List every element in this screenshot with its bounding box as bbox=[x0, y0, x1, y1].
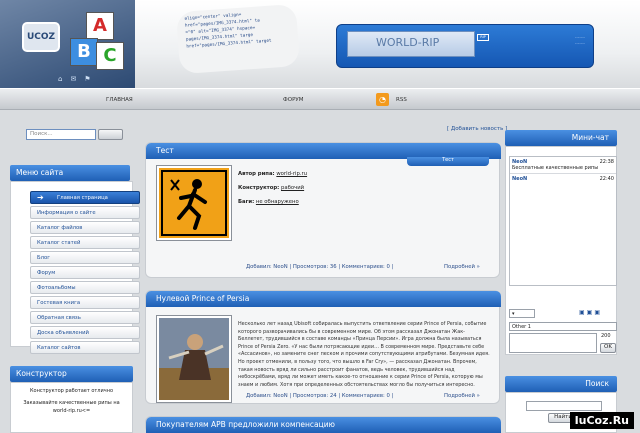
bugs-label: Баги: bbox=[238, 199, 255, 205]
menu-item-sites[interactable]: Каталог сайтов bbox=[30, 341, 140, 354]
author-row: Автор рипа: world-rip.ru bbox=[238, 171, 307, 177]
constructor-block: Конструктор Конструктор работает отлично… bbox=[10, 366, 133, 433]
bugs-value: не обнаружено bbox=[255, 199, 299, 205]
post-card: Покупателям APB предложили компенсацию bbox=[145, 416, 501, 433]
chat-tool-icons[interactable]: ▣▣▣ bbox=[579, 309, 602, 316]
nav-home[interactable]: ГЛАВНАЯ bbox=[106, 97, 133, 103]
rss-icon[interactable]: ◔ bbox=[376, 93, 389, 106]
brand-logo[interactable]: WORLD-RIP bbox=[347, 31, 475, 57]
nav-forum[interactable]: ФОРУМ bbox=[283, 97, 303, 103]
post-tab: Тест bbox=[407, 157, 489, 166]
brand-side-line: ------- bbox=[574, 41, 585, 46]
chat-messages: NeoN 22:38 Бесплатные качественные рипы … bbox=[509, 156, 617, 286]
code-sample: align="center" valign= href="pages/IMG_3… bbox=[175, 3, 301, 75]
chat-ok-button[interactable]: OK bbox=[600, 343, 616, 353]
chat-time: 22:38 bbox=[599, 159, 614, 165]
brand-small-label: RIP bbox=[477, 34, 489, 41]
menu-title: Меню сайта bbox=[10, 165, 130, 181]
menu-list: Главная страница Информация о сайте Ката… bbox=[30, 191, 140, 356]
post-title[interactable]: Нулевой Prince of Persia bbox=[146, 291, 501, 307]
search-title: Поиск bbox=[505, 376, 617, 392]
menu-item-forum[interactable]: Форум bbox=[30, 266, 140, 279]
chat-message: NeoN 22:40 bbox=[510, 174, 616, 184]
add-news-link[interactable]: [ Добавить новость ] bbox=[447, 126, 507, 132]
chat-message: NeoN 22:38 Бесплатные качественные рипы bbox=[510, 157, 616, 174]
header-logo-area: UCOZ A B C ⌂✉⚑ bbox=[0, 0, 135, 88]
search-go-button[interactable] bbox=[98, 129, 123, 140]
chat-title: Мини-чат bbox=[505, 130, 617, 146]
ucoz-logo[interactable]: UCOZ bbox=[22, 22, 60, 52]
chat-select[interactable]: ▾ bbox=[509, 309, 535, 318]
post-text: Несколько лет назад Ubisoft собиралась в… bbox=[238, 321, 490, 388]
chat-message-input[interactable] bbox=[509, 333, 597, 353]
constructor-text: Конструктор работает отлично bbox=[29, 388, 114, 394]
cube-b: B bbox=[70, 38, 98, 66]
author-label: Автор рипа: bbox=[238, 171, 275, 177]
read-more-link[interactable]: Подробней » bbox=[444, 264, 480, 270]
post-footer[interactable]: Добавил: NeoN | Просмотров: 36 | Коммент… bbox=[246, 264, 393, 270]
constructor-row: Конструктор: рабочий bbox=[238, 185, 304, 191]
chat-counter: 200 bbox=[601, 333, 611, 339]
author-link[interactable]: world-rip.ru bbox=[276, 171, 307, 177]
site-header: UCOZ A B C ⌂✉⚑ align="center" valign= hr… bbox=[0, 0, 640, 88]
cube-c: C bbox=[96, 42, 124, 70]
menu-item-about[interactable]: Информация о сайте bbox=[30, 206, 140, 219]
menu-item-guestbook[interactable]: Гостевая книга bbox=[30, 296, 140, 309]
nav-rss[interactable]: RSS bbox=[396, 97, 407, 103]
site-menu: Меню сайта Главная страница Информация о… bbox=[10, 165, 140, 354]
post-card: Нулевой Prince of Persia Несколько лет н… bbox=[145, 290, 501, 404]
watermark: IuCoz.Ru bbox=[569, 412, 634, 429]
menu-item-home[interactable]: Главная страница bbox=[30, 191, 140, 204]
post-footer[interactable]: Добавил: NeoN | Просмотров: 24 | Коммент… bbox=[246, 393, 393, 399]
read-more-link[interactable]: Подробней » bbox=[444, 393, 480, 399]
menu-item-feedback[interactable]: Обратная связь bbox=[30, 311, 140, 324]
cube-a: A bbox=[86, 12, 114, 40]
post-image[interactable] bbox=[156, 165, 232, 241]
brand-panel: WORLD-RIP RIP ------- ------- bbox=[336, 24, 594, 68]
menu-item-board[interactable]: Доска объявлений bbox=[30, 326, 140, 339]
constructor-label: Конструктор: bbox=[238, 185, 280, 191]
constructor-value: рабочий bbox=[280, 185, 305, 191]
chat-time: 22:40 bbox=[599, 176, 614, 182]
search-field[interactable] bbox=[526, 401, 602, 411]
header-icons[interactable]: ⌂✉⚑ bbox=[58, 75, 99, 83]
mini-chat: Мини-чат NeoN 22:38 Бесплатные качествен… bbox=[505, 130, 617, 355]
chat-name-input[interactable]: Other 1 bbox=[509, 322, 617, 331]
search-input[interactable]: Поиск... bbox=[26, 129, 96, 140]
constructor-body: Конструктор работает отлично Заказывайте… bbox=[10, 382, 133, 433]
constructor-title: Конструктор bbox=[10, 366, 133, 382]
menu-item-articles[interactable]: Каталог статей bbox=[30, 236, 140, 249]
prince-of-persia-image bbox=[159, 318, 229, 400]
constructor-text-2: Заказывайте качественные рипы на world-r… bbox=[23, 400, 120, 414]
menu-item-blog[interactable]: Блог bbox=[30, 251, 140, 264]
running-man-icon bbox=[159, 168, 229, 238]
bugs-row: Баги: не обнаружено bbox=[238, 199, 299, 205]
post-image[interactable] bbox=[156, 315, 232, 403]
post-card: Тест Тест Автор рипа: world-rip.ru Конст… bbox=[145, 142, 501, 278]
menu-item-files[interactable]: Каталог файлов bbox=[30, 221, 140, 234]
main-nav: ГЛАВНАЯ ФОРУМ ◔ RSS bbox=[0, 88, 640, 110]
brand-side-text: ------- ------- bbox=[575, 35, 585, 47]
post-title[interactable]: Покупателям APB предложили компенсацию bbox=[146, 417, 501, 433]
chat-user[interactable]: NeoN bbox=[512, 176, 527, 182]
menu-item-photos[interactable]: Фотоальбомы bbox=[30, 281, 140, 294]
chat-text: Бесплатные качественные рипы bbox=[512, 165, 599, 171]
